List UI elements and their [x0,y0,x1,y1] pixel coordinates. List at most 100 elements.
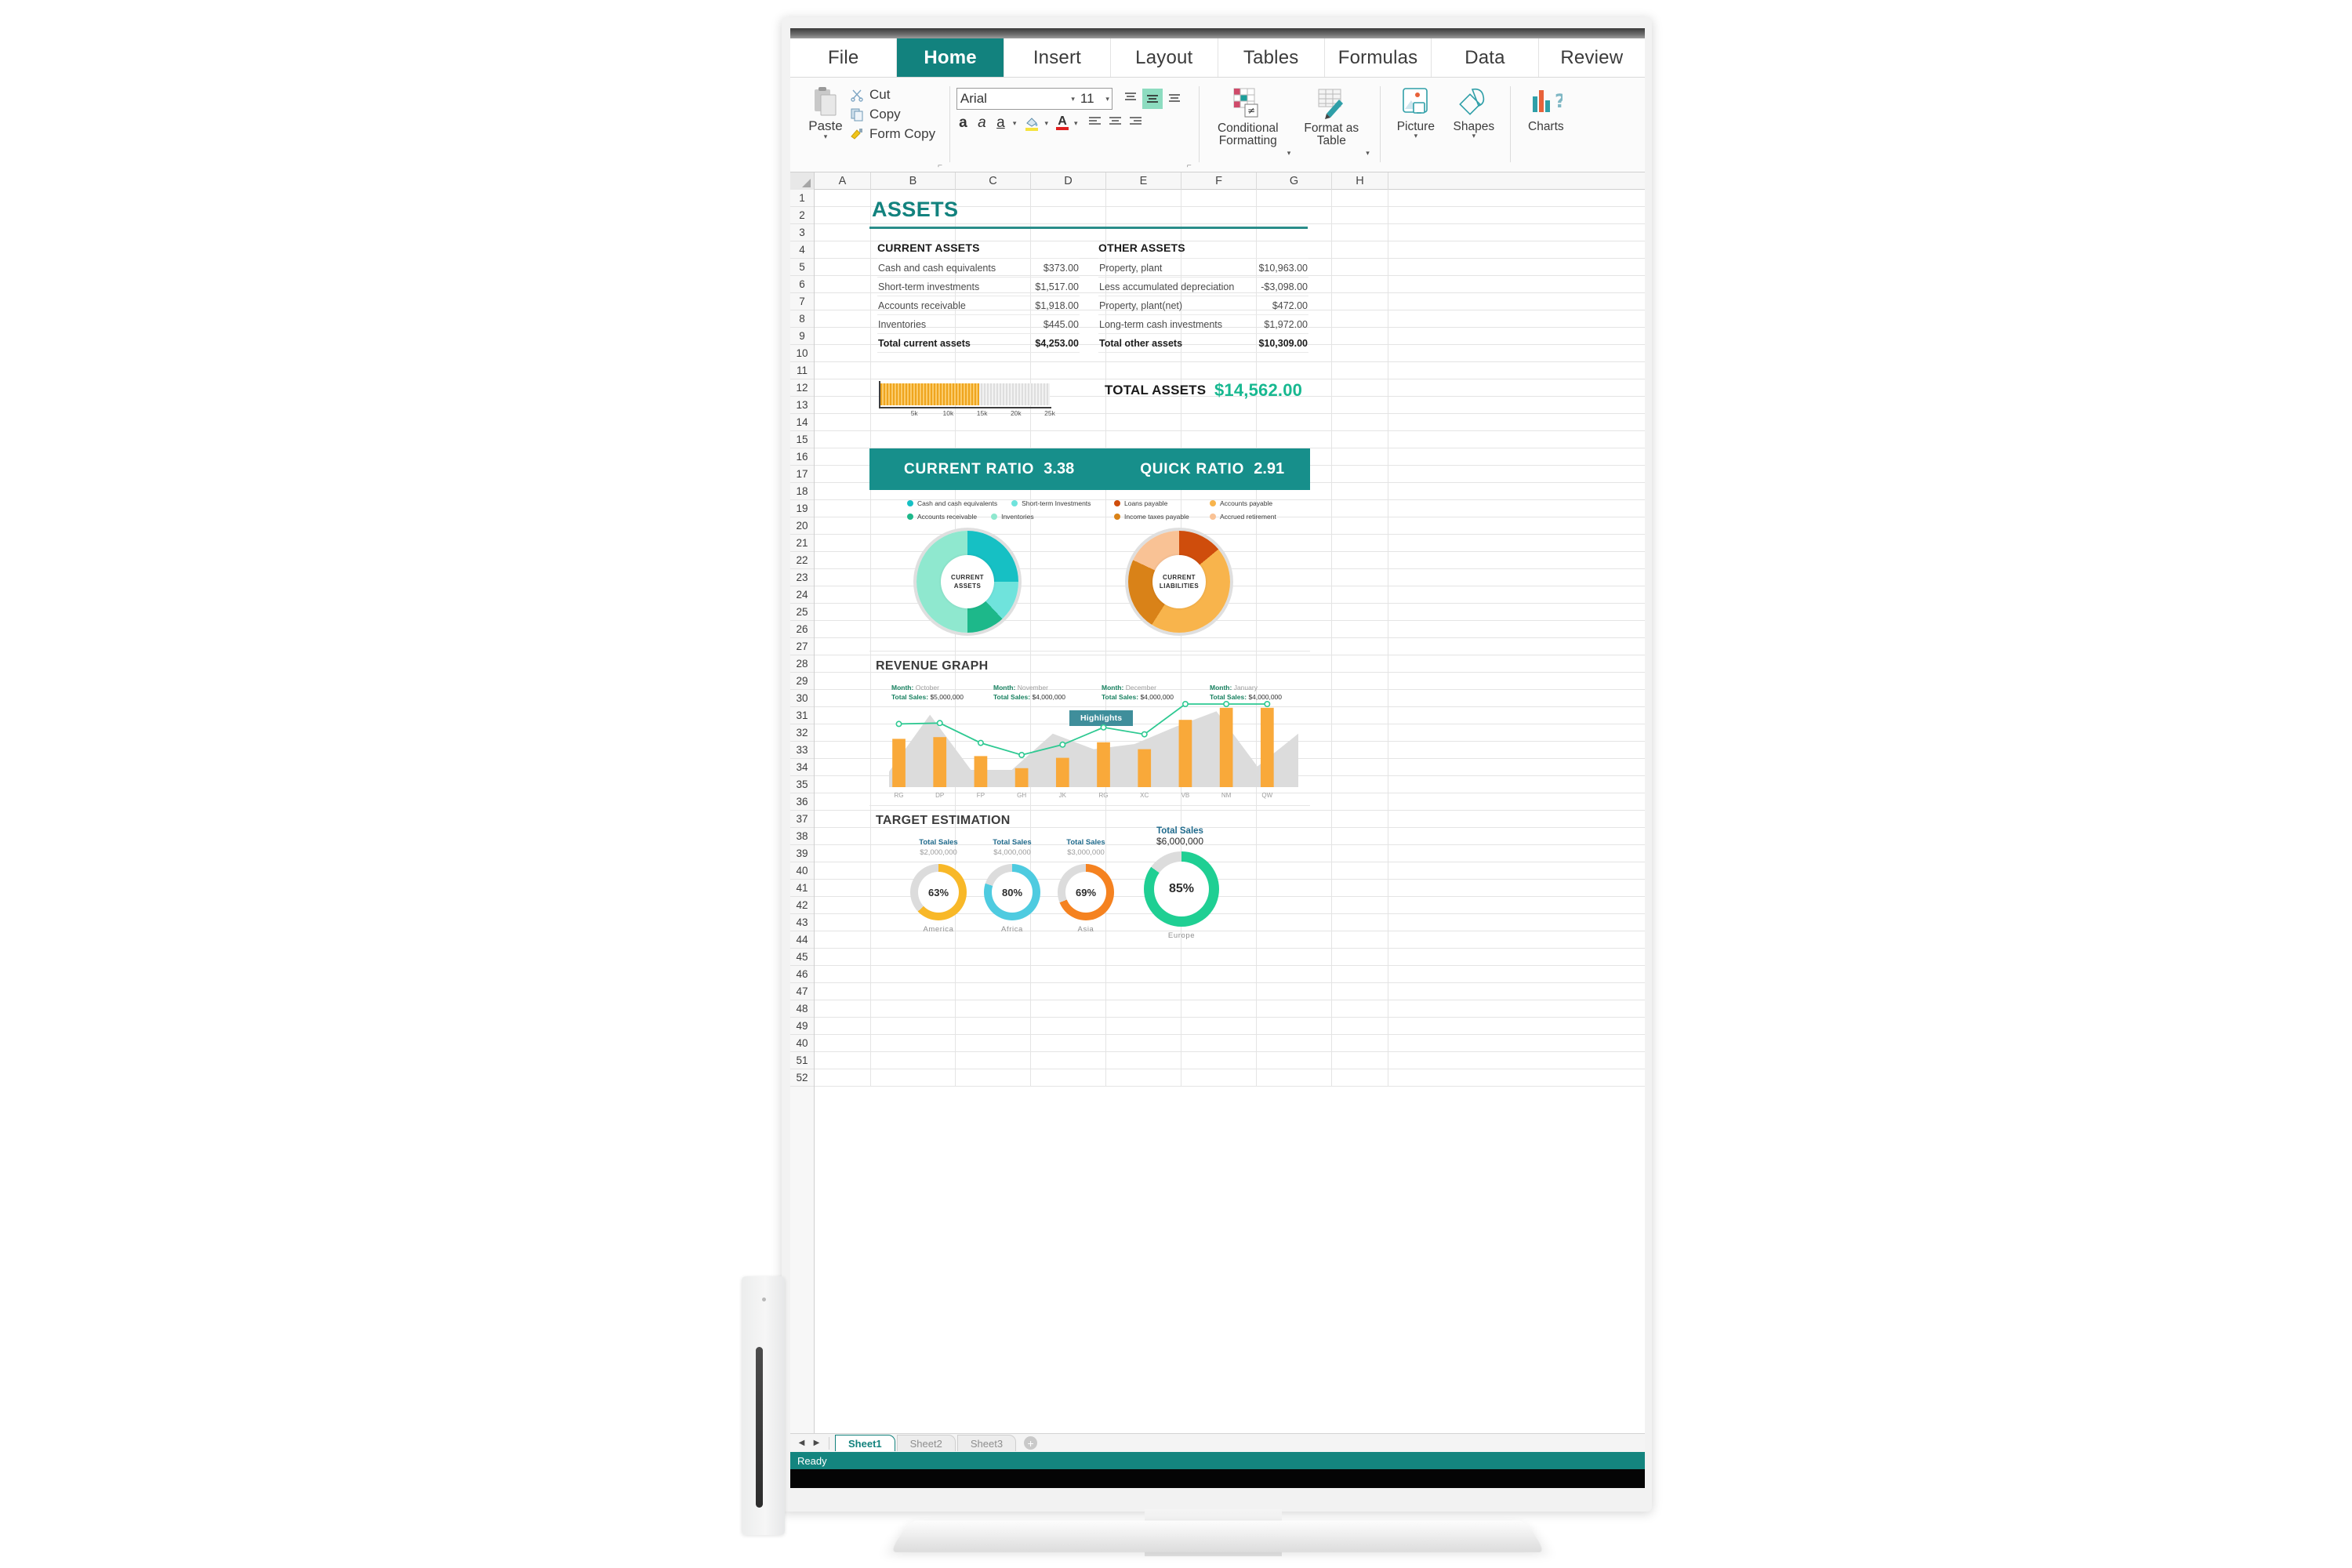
grid-cell[interactable] [815,690,871,707]
grid-cell[interactable] [1332,1018,1388,1035]
align-center-icon[interactable] [1108,115,1123,132]
grid-cell[interactable] [815,310,871,328]
grid-cell[interactable] [815,1000,871,1018]
grid-cell[interactable] [815,828,871,845]
row-header-48[interactable]: 48 [790,1000,814,1018]
row-header-2[interactable]: 2 [790,207,814,224]
grid-cell[interactable] [1332,880,1388,897]
grid-cell[interactable] [1332,776,1388,793]
row-header-11[interactable]: 11 [790,362,814,379]
font-dialog-launcher-icon[interactable]: ⌐ [1187,162,1192,170]
grid-cell[interactable] [815,207,871,224]
row-header-40[interactable]: 40 [790,862,814,880]
form-copy-button[interactable]: Form Copy [849,126,935,142]
grid-cell[interactable] [815,724,871,742]
grid-cell[interactable] [1332,966,1388,983]
grid-cell[interactable] [815,431,871,448]
underline-button[interactable]: a [994,114,1007,132]
row-header-17[interactable]: 17 [790,466,814,483]
row-header-36[interactable]: 36 [790,793,814,811]
grid-cell[interactable] [815,483,871,500]
grid-cell[interactable] [1332,897,1388,914]
row-header-29[interactable]: 29 [790,673,814,690]
grid-cell[interactable] [815,397,871,414]
grid-cell[interactable] [1332,276,1388,293]
grid-cell[interactable] [815,448,871,466]
grid-cell[interactable] [815,983,871,1000]
grid-cell[interactable] [1332,535,1388,552]
grid-cell[interactable] [1332,604,1388,621]
grid-cell[interactable] [815,811,871,828]
grid-cell[interactable] [815,1052,871,1069]
row-header-51[interactable]: 51 [790,1052,814,1069]
sheet-tab-sheet2[interactable]: Sheet2 [896,1435,956,1451]
row-header-9[interactable]: 9 [790,328,814,345]
charts-button[interactable]: ? Charts [1517,82,1575,133]
grid-cell[interactable] [1332,983,1388,1000]
grid-cell[interactable] [815,949,871,966]
grid-cell[interactable] [1332,655,1388,673]
row-header-28[interactable]: 28 [790,655,814,673]
grid-cell[interactable] [1332,914,1388,931]
fill-color-button[interactable] [1025,116,1039,131]
grid-cell[interactable] [815,362,871,379]
format-as-table-button[interactable]: Format as Table [1295,82,1367,147]
grid-cell[interactable] [1332,259,1388,276]
grid-cell[interactable] [1332,811,1388,828]
row-header-15[interactable]: 15 [790,431,814,448]
row-header-49[interactable]: 49 [790,1018,814,1035]
grid-cell[interactable] [815,414,871,431]
select-all-corner[interactable] [790,172,815,190]
grid-cell[interactable] [1332,207,1388,224]
grid-cell[interactable] [1332,759,1388,776]
row-header-13[interactable]: 13 [790,397,814,414]
grid-cell[interactable] [1332,1035,1388,1052]
row-header-7[interactable]: 7 [790,293,814,310]
grid-cell[interactable] [1332,293,1388,310]
grid-cell[interactable] [815,845,871,862]
row-header-5[interactable]: 5 [790,259,814,276]
row-header-16[interactable]: 16 [790,448,814,466]
grid-cell[interactable] [1332,500,1388,517]
chevron-down-icon[interactable]: ▾ [1044,119,1048,126]
grid-cell[interactable] [815,535,871,552]
grid-cell[interactable] [815,707,871,724]
grid-cell[interactable] [1332,569,1388,586]
row-header-14[interactable]: 14 [790,414,814,431]
grid-cell[interactable] [1332,241,1388,259]
grid-cell[interactable] [815,1018,871,1035]
prev-sheet-icon[interactable]: ◀ [795,1436,808,1450]
grid-cell[interactable] [1332,397,1388,414]
grid-cell[interactable] [1332,707,1388,724]
next-sheet-icon[interactable]: ▶ [810,1436,823,1450]
grid-cell[interactable] [1332,448,1388,466]
column-header-D[interactable]: D [1031,172,1106,190]
align-left-icon[interactable] [1087,115,1102,132]
grid-cell[interactable] [815,655,871,673]
row-header-12[interactable]: 12 [790,379,814,397]
picture-button[interactable]: Picture ▾ [1387,82,1445,140]
grid-cell[interactable] [815,673,871,690]
grid-cell[interactable] [1332,621,1388,638]
align-middle-icon[interactable] [1142,89,1163,109]
column-header-E[interactable]: E [1106,172,1181,190]
row-header-18[interactable]: 18 [790,483,814,500]
row-header-20[interactable]: 20 [790,517,814,535]
row-header-38[interactable]: 38 [790,828,814,845]
grid-cell[interactable] [815,759,871,776]
align-right-icon[interactable] [1128,115,1143,132]
grid-cell[interactable] [815,517,871,535]
grid-cell[interactable] [815,880,871,897]
font-color-button[interactable]: A [1055,115,1069,130]
grid-cell[interactable] [815,604,871,621]
chevron-down-icon[interactable]: ▾ [824,133,828,140]
grid-cell[interactable] [1332,310,1388,328]
grid-cell[interactable] [1332,190,1388,207]
row-header-37[interactable]: 37 [790,811,814,828]
grid-cell[interactable] [1332,1000,1388,1018]
grid-cell[interactable] [1332,793,1388,811]
row-header-46[interactable]: 46 [790,966,814,983]
grid-cell[interactable] [1332,724,1388,742]
grid-cell[interactable] [1332,328,1388,345]
grid-cell[interactable] [1332,224,1388,241]
